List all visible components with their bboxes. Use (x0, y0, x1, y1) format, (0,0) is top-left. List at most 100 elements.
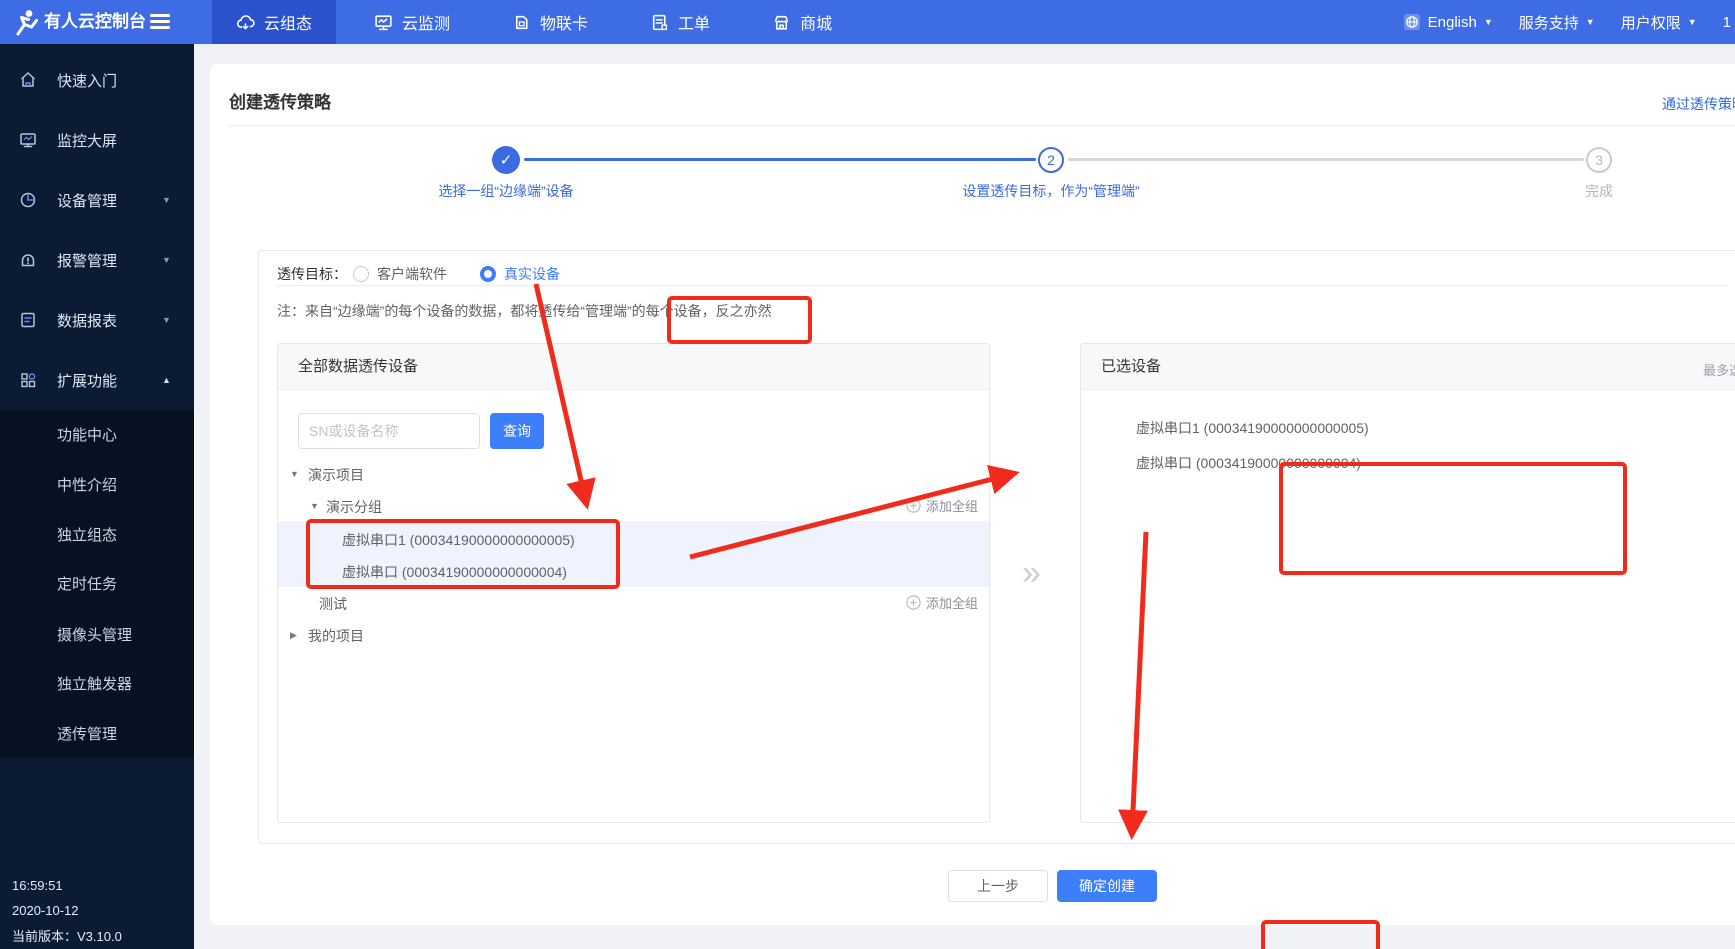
annotation-box-confirm-button (1261, 920, 1380, 949)
radio-client-software-label[interactable]: 客户端软件 (377, 264, 447, 284)
tab-cloud-scada[interactable]: 云组态 (212, 0, 336, 44)
form-divider (277, 285, 1727, 286)
caret-right-icon[interactable]: ▶ (290, 630, 297, 641)
tree-node-label[interactable]: 我的项目 (308, 626, 364, 646)
all-devices-panel: 全部数据透传设备 查询 ▼ 演示项目 ▼ 演示分组 添加全组 虚拟串口1 (00… (277, 343, 990, 823)
page: 有人云控制台 云组态 云监测 物联卡 工单 商城 (0, 0, 1735, 949)
tab-cloud-monitor[interactable]: 云监测 (350, 0, 474, 44)
sidebar-item-label: 扩展功能 (57, 370, 117, 391)
sidebar-submenu: 功能中心 中性介绍 独立组态 定时任务 摄像头管理 独立触发器 透传管理 (0, 410, 194, 758)
user-permission-menu[interactable]: 用户权限 ▼ (1621, 12, 1697, 33)
cloud-icon (236, 13, 255, 32)
home-icon (18, 70, 38, 90)
sidebar-subitem-scheduled-tasks[interactable]: 定时任务 (0, 571, 194, 599)
sidebar: 快速入门 监控大屏 设备管理 ▼ 报警管理 ▼ 数据报表 ▼ 扩展功能 ▲ 功能… (0, 44, 194, 949)
brand-logo-icon (10, 7, 40, 37)
sidebar-item-label: 设备管理 (57, 190, 117, 211)
sim-card-icon (512, 13, 531, 32)
previous-step-button[interactable]: 上一步 (948, 870, 1048, 902)
tab-label: 物联卡 (540, 10, 588, 34)
add-group-button[interactable]: 添加全组 (906, 496, 978, 515)
tree-device-item[interactable]: 虚拟串口1 (00034190000000000005) (342, 530, 575, 550)
subitem-label: 摄像头管理 (57, 627, 132, 644)
sidebar-item-monitor-screen[interactable]: 监控大屏 (0, 126, 194, 154)
device-search-input[interactable] (298, 413, 480, 449)
plus-circle-icon (906, 498, 921, 513)
subitem-label: 功能中心 (57, 427, 117, 444)
sidebar-item-data-report[interactable]: 数据报表 ▼ (0, 306, 194, 334)
note-text: 注：来自“边缘端”的每个设备的数据，都将透传给“管理端”的每个设备，反之亦然 (277, 301, 772, 321)
step-2-label: 设置透传目标，作为“管理端” (901, 181, 1201, 201)
sidebar-subitem-function-center[interactable]: 功能中心 (0, 422, 194, 450)
radio-real-device[interactable] (480, 266, 496, 282)
alarm-icon (18, 250, 38, 270)
radio-real-device-label[interactable]: 真实设备 (504, 264, 560, 284)
tree-node-project[interactable]: ▼ 演示项目 (278, 458, 989, 490)
sidebar-item-alarm-management[interactable]: 报警管理 ▼ (0, 246, 194, 274)
language-label: English (1428, 14, 1477, 31)
caret-down-icon[interactable]: ▼ (310, 501, 319, 511)
tab-label: 云组态 (264, 10, 312, 34)
tree-node-label[interactable]: 测试 (319, 594, 347, 614)
step-2-circle: 2 (1038, 147, 1064, 173)
plus-circle-icon (906, 595, 921, 610)
step-number: 2 (1047, 152, 1055, 168)
sidebar-item-extended-functions[interactable]: 扩展功能 ▲ (0, 366, 194, 394)
sidebar-subitem-passthrough-management[interactable]: 透传管理 (0, 721, 194, 749)
confirm-create-button[interactable]: 确定创建 (1057, 870, 1157, 902)
sidebar-item-label: 快速入门 (57, 70, 117, 91)
caret-down-icon[interactable]: ▼ (290, 469, 299, 479)
work-order-icon (650, 13, 669, 32)
selected-device-item[interactable]: 虚拟串口 (00034190000000000004) (1136, 453, 1361, 473)
sidebar-item-quick-start[interactable]: 快速入门 (0, 66, 194, 94)
panel-header: 全部数据透传设备 (278, 344, 989, 390)
tree-node-label[interactable]: 演示项目 (308, 465, 364, 485)
step-3-label: 完成 (1499, 181, 1699, 201)
tree-node-test-group[interactable]: 测试 添加全组 (278, 587, 989, 619)
subitem-label: 中性介绍 (57, 477, 117, 494)
tab-work-order[interactable]: 工单 (626, 0, 734, 44)
passthrough-policy-link[interactable]: 通过透传策略 (1662, 94, 1735, 114)
caret-down-icon: ▼ (162, 195, 171, 205)
add-group-button[interactable]: 添加全组 (906, 593, 978, 612)
add-group-label: 添加全组 (926, 593, 978, 612)
pie-chart-icon (18, 190, 38, 210)
sidebar-item-device-management[interactable]: 设备管理 ▼ (0, 186, 194, 214)
selected-device-item[interactable]: 虚拟串口1 (00034190000000000005) (1136, 418, 1369, 438)
tab-mall[interactable]: 商城 (748, 0, 856, 44)
service-support-menu[interactable]: 服务支持 ▼ (1519, 12, 1595, 33)
page-title: 创建透传策略 (229, 88, 331, 113)
current-time: 16:59:51 (12, 878, 63, 893)
version-label: 当前版本：V3.10.0 (12, 926, 122, 945)
language-switcher[interactable]: English ▼ (1403, 13, 1493, 31)
tab-iot-card[interactable]: 物联卡 (488, 0, 612, 44)
sidebar-subitem-neutral-intro[interactable]: 中性介绍 (0, 472, 194, 500)
caret-up-icon: ▲ (162, 375, 171, 385)
sidebar-subitem-standalone-trigger[interactable]: 独立触发器 (0, 671, 194, 699)
report-icon (18, 310, 38, 330)
tree-device-item[interactable]: 虚拟串口 (00034190000000000004) (342, 562, 567, 582)
menu-toggle-icon[interactable] (150, 14, 170, 30)
panel-title: 已选设备 (1101, 344, 1161, 390)
caret-down-icon: ▼ (1586, 18, 1595, 27)
step-connector-pending (1068, 158, 1584, 161)
search-button[interactable]: 查询 (490, 413, 544, 449)
tree-node-group[interactable]: ▼ 演示分组 添加全组 (278, 490, 989, 522)
tab-label: 云监测 (402, 10, 450, 34)
tree-node-label[interactable]: 演示分组 (326, 497, 382, 517)
store-icon (772, 13, 791, 32)
sidebar-subitem-standalone-scada[interactable]: 独立组态 (0, 522, 194, 550)
globe-icon (1403, 13, 1421, 31)
tab-label: 工单 (678, 10, 710, 34)
sidebar-subitem-camera-management[interactable]: 摄像头管理 (0, 622, 194, 650)
caret-down-icon: ▼ (162, 315, 171, 325)
topbar-right: English ▼ 服务支持 ▼ 用户权限 ▼ 1 (1403, 0, 1731, 44)
caret-down-icon: ▼ (1688, 18, 1697, 27)
radio-client-software[interactable] (353, 266, 369, 282)
subitem-label: 定时任务 (57, 576, 117, 593)
step-number: 3 (1595, 152, 1603, 168)
tree-node-my-project[interactable]: ▶ 我的项目 (278, 619, 989, 651)
add-group-label: 添加全组 (926, 496, 978, 515)
subitem-label: 透传管理 (57, 726, 117, 743)
clipped-topbar-text: 1 (1723, 14, 1731, 31)
